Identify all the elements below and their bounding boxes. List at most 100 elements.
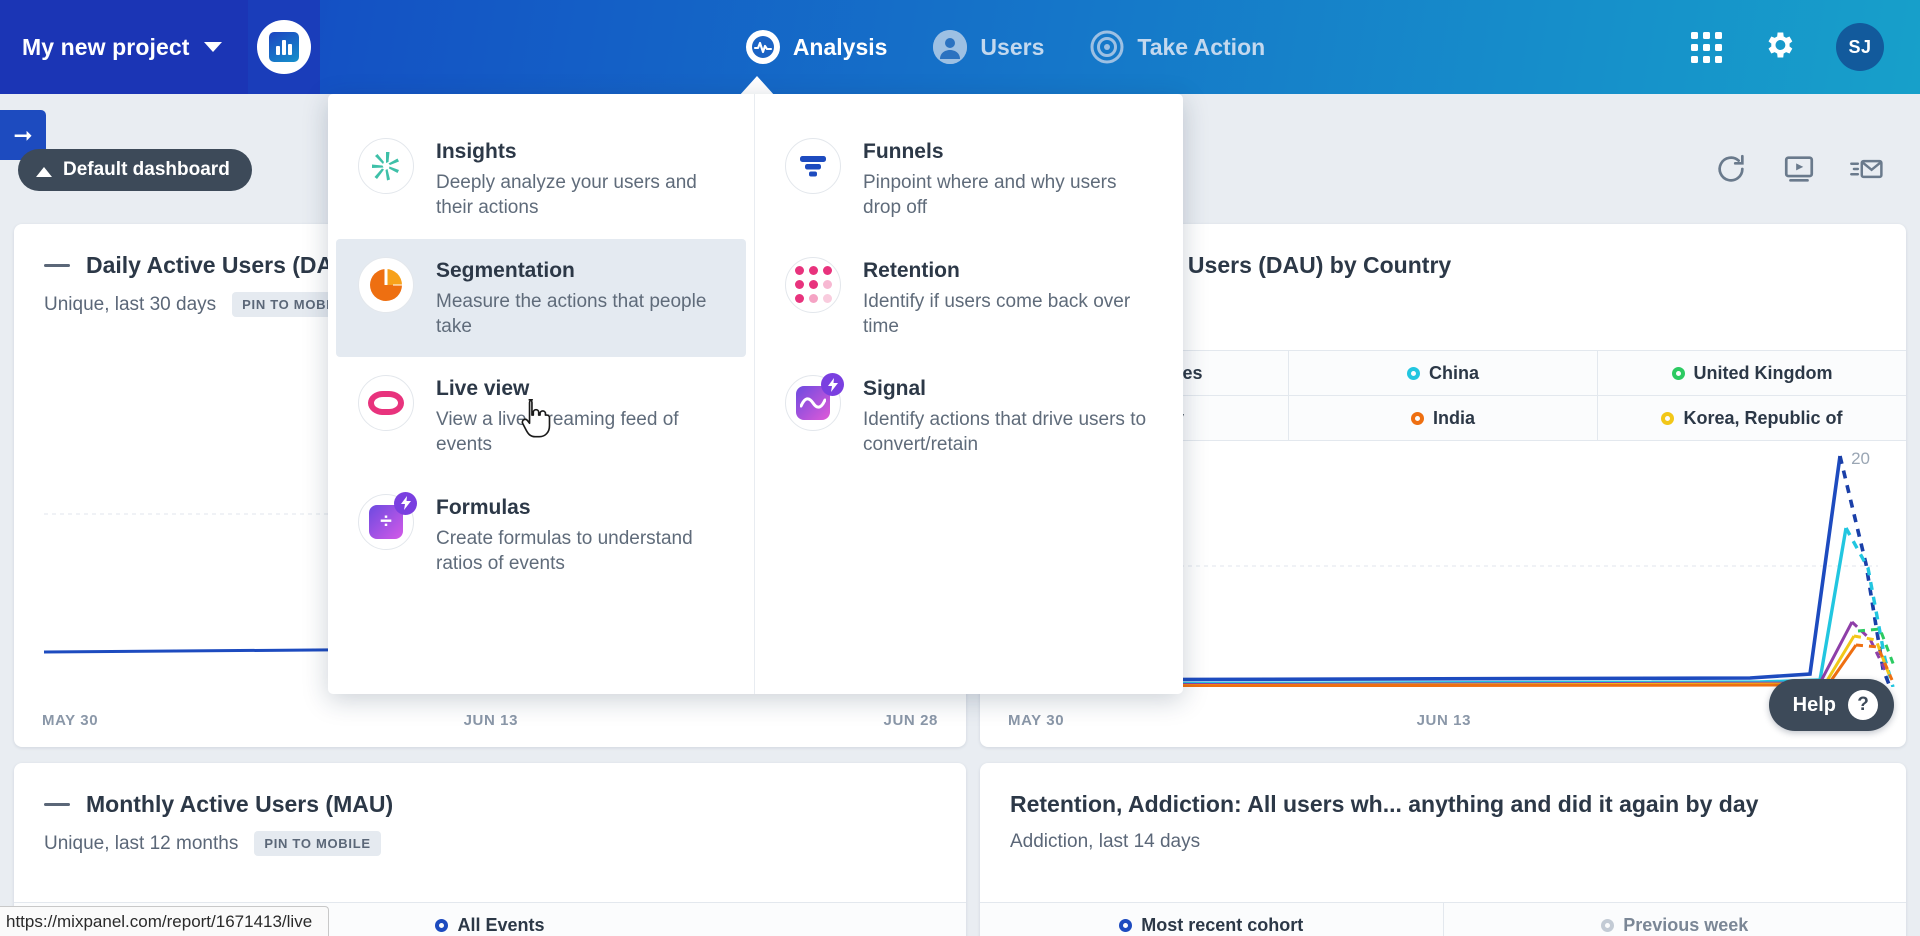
menu-item-desc: Pinpoint where and why users drop off	[863, 172, 1117, 219]
card-subtitle: Unique, last 30 days	[44, 293, 217, 315]
menu-item-text: Signal Identify actions that drive users…	[863, 375, 1148, 458]
chevron-down-icon	[203, 42, 222, 52]
legend-label: India	[1432, 407, 1475, 428]
legend-label: Korea, Republic of	[1683, 407, 1843, 428]
axis-tick: JUN 28	[883, 712, 938, 729]
legend-dot	[1119, 918, 1133, 932]
funnel-icon	[785, 138, 841, 221]
menu-item-title: Signal	[863, 377, 927, 401]
refresh-icon[interactable]	[1714, 152, 1748, 186]
menu-item-title: Funnels	[863, 140, 944, 163]
menu-item-title: Live view	[436, 377, 530, 401]
dashboard-selector[interactable]: Default dashboard	[18, 149, 252, 191]
menu-item-title: Formulas	[436, 495, 531, 519]
menu-item-formulas[interactable]: ÷ Formulas Create formulas to understand…	[336, 476, 746, 595]
menu-column-left: Insights Deeply analyze your users and t…	[328, 94, 755, 694]
legend-label: Most recent cohort	[1141, 914, 1304, 935]
status-url: https://mixpanel.com/report/1671413/live	[6, 911, 313, 931]
axis-tick: MAY 30	[1008, 712, 1065, 729]
apps-grid-icon[interactable]	[1691, 31, 1722, 63]
gear-icon[interactable]	[1762, 28, 1796, 67]
menu-item-title: Segmentation	[436, 258, 575, 282]
card-title: Monthly Active Users (MAU)	[44, 791, 936, 818]
legend-label: China	[1428, 362, 1479, 383]
primary-nav: Analysis Users Take Action	[320, 0, 1691, 94]
card-title-text: Monthly Active Users (MAU)	[86, 791, 394, 817]
eye-icon	[358, 375, 414, 458]
signal-wave-icon	[785, 373, 844, 458]
help-button[interactable]: Help ?	[1768, 679, 1894, 731]
card-title-text: Daily Active Users (DAU)	[86, 252, 358, 278]
pie-chart-icon	[358, 256, 414, 340]
card-title-text: Retention, Addiction: All users wh... an…	[1010, 791, 1759, 817]
menu-item-segmentation[interactable]: Segmentation Measure the actions that pe…	[336, 238, 746, 358]
legend-item[interactable]: United Kingdom	[1598, 351, 1906, 395]
email-icon[interactable]	[1850, 152, 1884, 186]
menu-item-desc: Identify if users come back over time	[863, 290, 1131, 337]
menu-item-desc: View a live streaming feed of events	[436, 409, 679, 456]
person-icon	[933, 30, 968, 64]
y-axis-max-label: 20	[1851, 449, 1870, 468]
legend-dot	[435, 918, 449, 932]
nav-item-users[interactable]: Users	[933, 0, 1044, 94]
card-subtitle-row: Addiction, last 14 days	[1010, 831, 1876, 853]
collapse-icon[interactable]	[44, 803, 70, 806]
card-subtitle: Addiction, last 14 days	[1010, 831, 1201, 852]
card-retention-addiction[interactable]: Retention, Addiction: All users wh... an…	[980, 763, 1906, 936]
presentation-icon[interactable]	[1782, 152, 1816, 186]
target-icon	[1090, 30, 1124, 64]
dashboard-name: Default dashboard	[63, 159, 230, 180]
divide-icon: ÷	[358, 491, 417, 577]
project-selector[interactable]: My new project	[0, 0, 248, 94]
menu-column-right: Funnels Pinpoint where and why users dro…	[755, 94, 1182, 694]
legend-dot	[1410, 411, 1424, 425]
app-logo[interactable]	[248, 0, 320, 94]
menu-item-desc: Create formulas to understand ratios of …	[436, 527, 693, 574]
insights-burst-icon	[358, 138, 414, 221]
legend-item[interactable]: Previous week	[1444, 903, 1907, 936]
legend-item[interactable]: India	[1289, 396, 1598, 440]
legend-label: All Events	[457, 914, 545, 935]
legend-label: Previous week	[1623, 914, 1749, 935]
menu-item-insights[interactable]: Insights Deeply analyze your users and t…	[336, 120, 746, 239]
legend-item[interactable]: China	[1289, 351, 1598, 395]
legend-dot	[1406, 366, 1420, 380]
axis-tick: MAY 30	[42, 712, 99, 729]
pin-to-mobile-badge[interactable]: PIN TO MOBILE	[254, 831, 381, 856]
nav-label-analysis: Analysis	[792, 33, 888, 60]
menu-item-title: Retention	[863, 258, 960, 282]
menu-item-funnels[interactable]: Funnels Pinpoint where and why users dro…	[763, 120, 1174, 239]
menu-item-text: Insights Deeply analyze your users and t…	[436, 138, 720, 221]
retention-dots-icon	[785, 256, 841, 340]
card-title: Retention, Addiction: All users wh... an…	[1010, 791, 1876, 818]
card-header: Retention, Addiction: All users wh... an…	[980, 763, 1906, 853]
collapse-icon[interactable]	[44, 264, 70, 267]
menu-item-live-view[interactable]: Live view View a live streaming feed of …	[336, 357, 746, 476]
analysis-dropdown-menu: Insights Deeply analyze your users and t…	[328, 94, 1183, 694]
axis-tick: JUN 13	[1416, 712, 1472, 729]
question-mark-icon: ?	[1848, 690, 1878, 720]
legend-row: Most recent cohort Previous week	[980, 902, 1906, 936]
menu-item-text: Funnels Pinpoint where and why users dro…	[863, 138, 1148, 221]
arrow-right-icon: ➞	[13, 121, 33, 148]
menu-item-signal[interactable]: Signal Identify actions that drive users…	[763, 357, 1174, 476]
pin-icon	[36, 167, 52, 177]
lightning-badge-icon	[821, 373, 844, 397]
legend-dot	[1661, 411, 1675, 425]
card-subtitle-row: Unique, last 12 months PIN TO MOBILE	[44, 831, 936, 856]
menu-item-text: Segmentation Measure the actions that pe…	[436, 257, 720, 340]
dashboard-actions	[1714, 152, 1884, 186]
nav-item-take-action[interactable]: Take Action	[1090, 0, 1265, 94]
legend-item[interactable]: Korea, Republic of	[1598, 396, 1906, 440]
card-header: Monthly Active Users (MAU) Unique, last …	[14, 763, 966, 856]
legend-dot	[1671, 366, 1685, 380]
legend-item[interactable]: Most recent cohort	[980, 903, 1444, 936]
top-navigation-bar: My new project Analysis Users Take Actio…	[0, 0, 1920, 94]
bar-chart-logo-icon	[257, 20, 311, 74]
pulse-icon	[745, 30, 780, 64]
nav-label-take-action: Take Action	[1137, 33, 1266, 60]
nav-label-users: Users	[980, 33, 1045, 60]
menu-item-title: Insights	[436, 140, 517, 163]
menu-item-retention[interactable]: Retention Identify if users come back ov…	[763, 239, 1174, 358]
avatar[interactable]: SJ	[1836, 23, 1884, 71]
